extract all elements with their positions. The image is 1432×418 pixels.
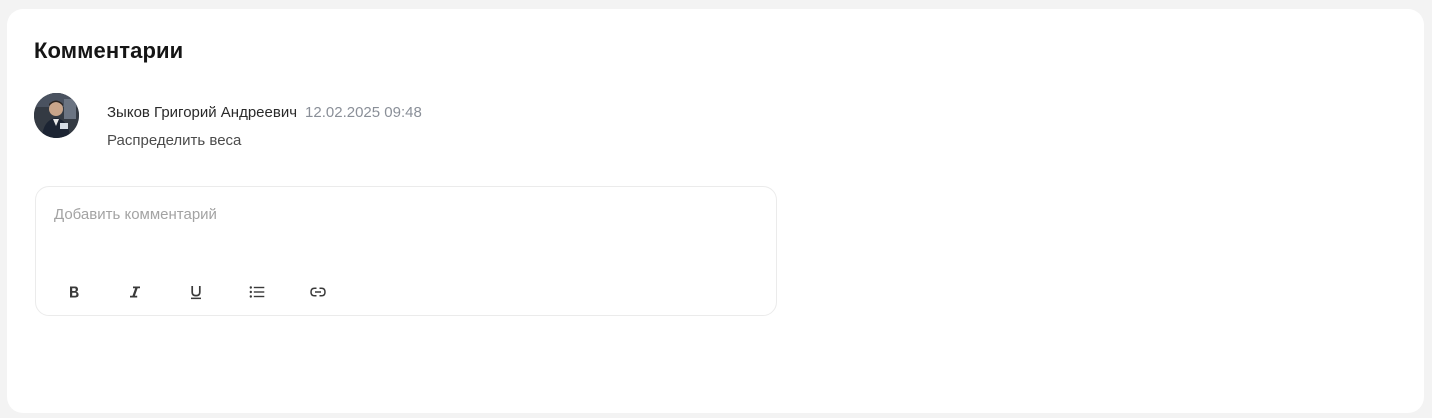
- comment-meta: Зыков Григорий Андреевич 12.02.2025 09:48: [107, 104, 422, 121]
- bulleted-list-button[interactable]: [245, 280, 269, 304]
- comment-author[interactable]: Зыков Григорий Андреевич: [107, 104, 297, 121]
- bulleted-list-icon: [249, 286, 265, 298]
- bold-button[interactable]: [62, 280, 86, 304]
- comments-panel: Комментарии Зыков Григорий Андреевич 12.0…: [7, 9, 1424, 413]
- underline-button[interactable]: [184, 280, 208, 304]
- comment-input[interactable]: [54, 205, 754, 245]
- underline-icon: [191, 285, 201, 299]
- link-icon: [310, 287, 326, 297]
- comment-editor: [35, 186, 777, 316]
- avatar[interactable]: [34, 93, 79, 138]
- link-button[interactable]: [306, 280, 330, 304]
- italic-icon: [130, 286, 140, 298]
- user-photo-icon: [34, 93, 79, 138]
- section-title: Комментарии: [34, 38, 184, 63]
- bold-icon: [70, 286, 79, 298]
- comment-text: Распределить веса: [107, 132, 242, 149]
- italic-button[interactable]: [123, 280, 147, 304]
- comment-timestamp: 12.02.2025 09:48: [305, 104, 422, 121]
